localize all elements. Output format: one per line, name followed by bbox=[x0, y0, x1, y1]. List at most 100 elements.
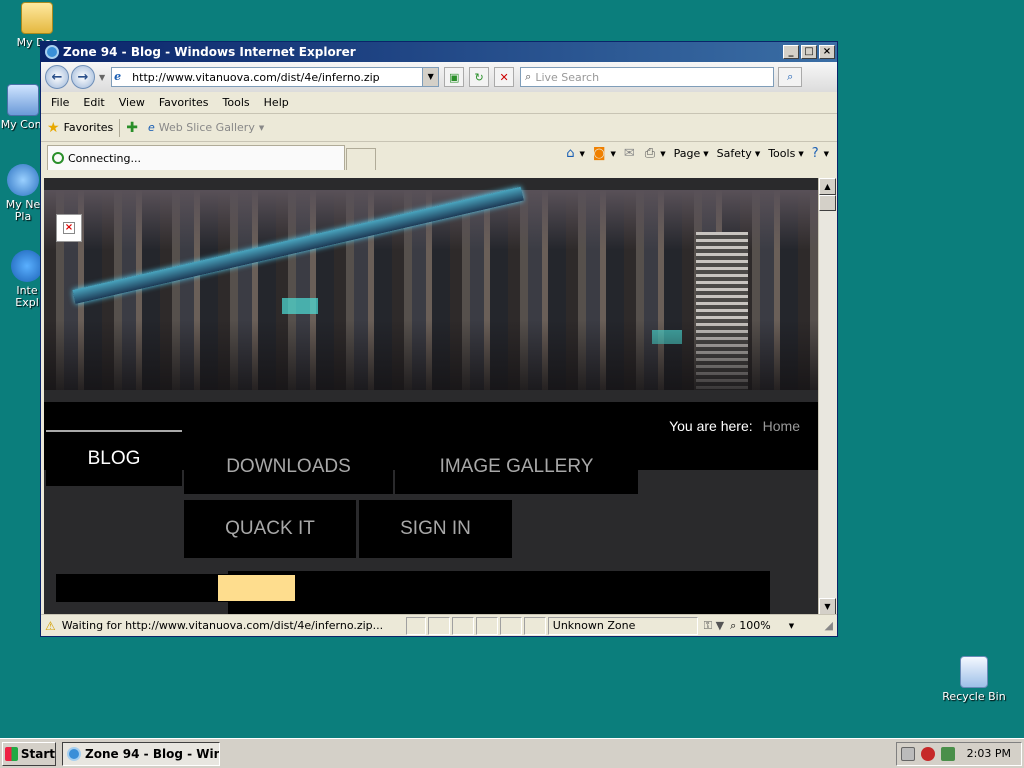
protected-mode-icon[interactable]: ⚿ ▼ bbox=[704, 619, 724, 633]
menu-view[interactable]: View bbox=[113, 96, 153, 109]
minimize-button[interactable]: _ bbox=[783, 45, 799, 59]
start-button[interactable]: Start bbox=[2, 741, 56, 766]
nav-image-gallery[interactable]: IMAGE GALLERY bbox=[395, 440, 638, 494]
warning-icon: ⚠ bbox=[45, 618, 56, 633]
search-input[interactable]: Live Search bbox=[535, 71, 599, 84]
history-dropdown-icon[interactable]: ▼ bbox=[99, 73, 105, 82]
home-button[interactable]: ⌂ ▼ bbox=[566, 146, 585, 161]
favorites-button[interactable]: Favorites bbox=[64, 121, 114, 134]
header-banner-image bbox=[44, 186, 818, 390]
page-menu[interactable]: Page ▼ bbox=[674, 147, 709, 160]
zoom-level: 100% bbox=[739, 619, 771, 632]
tab-current[interactable]: Connecting... bbox=[47, 145, 345, 170]
menu-help[interactable]: Help bbox=[258, 96, 297, 109]
status-cell bbox=[451, 616, 474, 635]
status-cell bbox=[499, 616, 522, 635]
forward-button[interactable]: → bbox=[71, 65, 95, 89]
stop-button[interactable]: ✕ bbox=[494, 67, 515, 87]
status-bar: ⚠ Waiting for http://www.vitanuova.com/d… bbox=[41, 614, 837, 636]
nav-sign-in-label: SIGN IN bbox=[400, 518, 471, 539]
tab-row: Connecting... ⌂ ▼ ◙ ▼ ✉ ⎙ ▼ Page ▼ Safety ▼ T… bbox=[41, 142, 837, 170]
internet-explorer-icon bbox=[45, 45, 59, 59]
menu-edit[interactable]: Edit bbox=[77, 96, 112, 109]
home-icon: ⌂ bbox=[566, 146, 575, 161]
recycle-bin-icon bbox=[960, 656, 988, 688]
web-slice-gallery-link[interactable]: Web Slice Gallery bbox=[159, 121, 255, 134]
rss-icon: ◙ bbox=[592, 146, 606, 161]
network-tray-icon[interactable] bbox=[940, 746, 955, 761]
zoom-control[interactable]: ⌕ 100% ▼ bbox=[730, 619, 794, 633]
search-box[interactable]: ⌕ Live Search bbox=[520, 67, 775, 87]
tab-label: Connecting... bbox=[68, 151, 141, 165]
nav-downloads[interactable]: DOWNLOADS bbox=[184, 440, 393, 494]
status-cell bbox=[523, 616, 546, 635]
nav-sign-in[interactable]: SIGN IN bbox=[359, 500, 512, 558]
highlight-box bbox=[218, 575, 295, 601]
loading-icon bbox=[52, 152, 64, 164]
taskbar-item-label: Zone 94 - Blog - Wind... bbox=[85, 746, 220, 761]
add-favorite-icon[interactable]: ✚ bbox=[126, 120, 138, 136]
nav-blog-label: BLOG bbox=[87, 448, 141, 469]
vertical-scrollbar[interactable]: ▲ ▼ bbox=[818, 178, 836, 615]
zoom-icon: ⌕ bbox=[730, 618, 737, 632]
computer-icon bbox=[7, 84, 39, 116]
web-slice-icon: e bbox=[148, 121, 155, 134]
page-viewport: × BLOG DOWNLOADS IMAGE GALLERY QUACK IT … bbox=[44, 178, 836, 615]
status-message: Waiting for http://www.vitanuova.com/dis… bbox=[61, 619, 384, 632]
menu-favorites[interactable]: Favorites bbox=[153, 96, 217, 109]
taskbar-item-internet-explorer[interactable]: Zone 94 - Blog - Wind... bbox=[62, 741, 220, 766]
menu-tools[interactable]: Tools bbox=[217, 96, 258, 109]
windows-logo-icon bbox=[5, 746, 18, 761]
help-icon: ? bbox=[811, 146, 819, 161]
help-button[interactable]: ? ▼ bbox=[812, 146, 829, 161]
scroll-thumb[interactable] bbox=[819, 195, 836, 211]
tools-menu-label: Tools bbox=[768, 147, 796, 160]
feeds-button[interactable]: ◙ ▼ bbox=[593, 146, 616, 161]
menu-file[interactable]: File bbox=[45, 96, 77, 109]
maximize-button[interactable]: □ bbox=[801, 45, 817, 59]
address-dropdown-icon[interactable]: ▼ bbox=[422, 68, 439, 86]
scroll-up-button[interactable]: ▲ bbox=[819, 178, 836, 195]
back-button[interactable]: ← bbox=[45, 65, 69, 89]
nav-image-gallery-label: IMAGE GALLERY bbox=[439, 456, 594, 477]
address-input[interactable]: http://www.vitanuova.com/dist/4e/inferno… bbox=[132, 71, 422, 84]
safety-menu-label: Safety bbox=[716, 147, 752, 160]
print-button[interactable]: ⎙ ▼ bbox=[645, 146, 666, 161]
chevron-down-icon[interactable]: ▼ bbox=[259, 124, 264, 132]
desktop-icon-recycle-bin[interactable]: Recycle Bin bbox=[939, 656, 1009, 703]
browser-window: Zone 94 - Blog - Windows Internet Explor… bbox=[40, 41, 838, 637]
content-panel bbox=[228, 571, 770, 615]
broken-image-icon: × bbox=[56, 214, 82, 242]
menu-bar: File Edit View Favorites Tools Help bbox=[41, 92, 837, 114]
internet-explorer-icon bbox=[11, 250, 43, 282]
keyboard-icon[interactable] bbox=[900, 746, 915, 761]
nav-quack-it[interactable]: QUACK IT bbox=[184, 500, 356, 558]
address-row: ← → ▼ e http://www.vitanuova.com/dist/4e… bbox=[41, 62, 837, 92]
status-cell bbox=[427, 616, 450, 635]
separator bbox=[119, 118, 121, 137]
favorites-star-icon: ★ bbox=[47, 119, 60, 136]
safety-menu[interactable]: Safety ▼ bbox=[717, 147, 761, 160]
refresh-button[interactable]: ↻ bbox=[469, 67, 490, 87]
nav-blog[interactable]: BLOG bbox=[46, 430, 182, 486]
compatibility-view-button[interactable]: ▣ bbox=[444, 67, 465, 87]
network-icon bbox=[7, 164, 39, 196]
scroll-down-button[interactable]: ▼ bbox=[819, 598, 836, 615]
nav-downloads-label: DOWNLOADS bbox=[226, 456, 351, 477]
resize-grip-icon[interactable]: ◢ bbox=[825, 619, 833, 632]
taskbar: Start Zone 94 - Blog - Wind... 2:03 PM bbox=[0, 738, 1024, 768]
new-tab-button[interactable] bbox=[346, 148, 376, 170]
read-mail-button[interactable]: ✉ bbox=[624, 146, 637, 161]
search-icon: ⌕ bbox=[525, 70, 532, 83]
search-go-button[interactable]: ⌕ bbox=[778, 67, 803, 87]
folder-icon bbox=[21, 2, 53, 34]
address-bar[interactable]: e http://www.vitanuova.com/dist/4e/infer… bbox=[111, 67, 440, 87]
favorites-bar: ★ Favorites ✚ e Web Slice Gallery ▼ bbox=[41, 114, 837, 142]
breadcrumb-home-link[interactable]: Home bbox=[763, 418, 800, 434]
tools-menu[interactable]: Tools ▼ bbox=[768, 147, 804, 160]
security-shield-icon[interactable] bbox=[920, 746, 935, 761]
breadcrumb: You are here: Home bbox=[669, 418, 800, 434]
close-button[interactable]: × bbox=[819, 45, 835, 59]
chevron-down-icon[interactable]: ▼ bbox=[789, 622, 794, 630]
title-bar[interactable]: Zone 94 - Blog - Windows Internet Explor… bbox=[41, 42, 837, 62]
